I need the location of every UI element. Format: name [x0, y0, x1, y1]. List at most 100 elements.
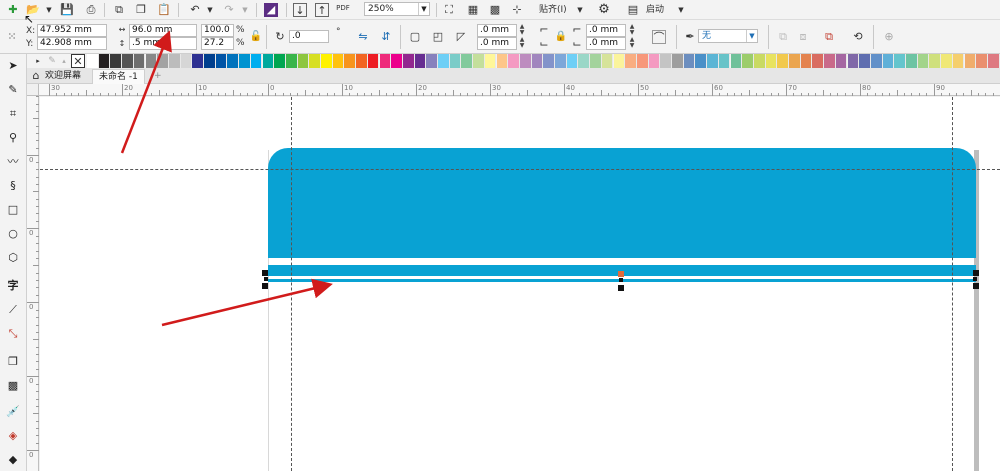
publish-pdf-icon[interactable]: PDF [336, 1, 350, 15]
zoom-tool-icon[interactable]: ⚲ [5, 130, 21, 146]
parallel-dimension-icon[interactable]: ⟋ [5, 302, 21, 318]
selection-handle[interactable] [973, 270, 979, 276]
palette-swatch[interactable] [285, 54, 298, 68]
palette-swatch[interactable] [625, 54, 637, 68]
rectangle-tool-icon[interactable]: □ [5, 202, 21, 218]
wrap-text-icon[interactable]: ⟲ [851, 30, 865, 44]
palette-swatch[interactable] [215, 54, 228, 68]
copy-icon[interactable]: ❐ [134, 3, 148, 17]
palette-swatch[interactable] [496, 54, 509, 68]
to-back-icon[interactable]: ⧈ [796, 30, 810, 44]
redo-dropdown-icon[interactable]: ▼ [238, 3, 252, 17]
palette-swatch[interactable] [379, 54, 392, 68]
palette-swatch[interactable] [473, 54, 485, 68]
palette-swatch[interactable] [765, 54, 778, 68]
connector-tool-icon[interactable]: ⤡ [5, 326, 21, 342]
palette-swatch[interactable] [718, 54, 731, 68]
palette-swatch[interactable] [262, 54, 275, 68]
palette-swatch[interactable] [976, 54, 988, 68]
smart-fill-icon[interactable]: ◆ [5, 452, 21, 468]
palette-swatch[interactable] [543, 54, 555, 68]
palette-swatch[interactable] [566, 54, 579, 68]
palette-swatch[interactable] [987, 54, 1000, 68]
full-screen-icon[interactable]: ⛶ [442, 3, 456, 17]
palette-swatch[interactable] [414, 54, 427, 68]
center-marker[interactable] [619, 278, 623, 282]
horizontal-guideline[interactable] [40, 169, 1000, 170]
palette-swatch[interactable] [449, 54, 462, 68]
palette-swatch[interactable] [824, 54, 836, 68]
lock-ratio-icon[interactable]: 🔓 [249, 30, 263, 44]
palette-swatch[interactable] [648, 54, 661, 68]
palette-swatch[interactable] [332, 54, 345, 68]
palette-swatch[interactable] [917, 54, 930, 68]
palette-swatch[interactable] [438, 54, 450, 68]
palette-swatch[interactable] [683, 54, 696, 68]
corner-radius-top-left-input[interactable]: .0 mm [477, 24, 517, 37]
palette-swatch[interactable] [929, 54, 942, 68]
palette-swatch[interactable] [192, 54, 204, 68]
tab-document[interactable]: 未命名 -1 [92, 69, 145, 84]
scale-x-input[interactable]: 100.0 [201, 24, 234, 37]
snap-dropdown-icon[interactable]: ▼ [573, 3, 587, 17]
selection-handle[interactable] [618, 271, 624, 277]
selection-handle[interactable] [264, 277, 268, 281]
palette-swatch[interactable] [789, 54, 801, 68]
open-dropdown-icon[interactable]: ▼ [42, 3, 56, 17]
new-document-icon[interactable]: ✚ [6, 3, 20, 17]
mirror-vertical-icon[interactable]: ⇵ [379, 30, 393, 44]
palette-swatch[interactable] [555, 54, 567, 68]
eyedropper-icon[interactable]: 💉 [5, 404, 21, 420]
palette-swatch[interactable] [672, 54, 684, 68]
polygon-tool-icon[interactable]: ⬡ [5, 250, 21, 266]
redo-icon[interactable]: ↷ [222, 3, 236, 17]
convert-to-curves-icon[interactable]: ⧉ [822, 30, 836, 44]
palette-swatch[interactable] [812, 54, 825, 68]
palette-swatch[interactable] [145, 54, 158, 68]
corner-radius-bottom-left-input[interactable]: .0 mm [477, 37, 517, 50]
palette-swatch[interactable] [941, 54, 953, 68]
palette-swatch[interactable] [356, 54, 368, 68]
palette-up-icon[interactable]: ▴ [57, 54, 71, 68]
palette-swatch[interactable] [578, 54, 591, 68]
width-input[interactable]: 96.0 mm [129, 24, 197, 37]
palette-swatch[interactable] [800, 54, 813, 68]
object-origin-icon[interactable]: ⁙ [5, 30, 19, 44]
palette-swatch[interactable] [367, 54, 380, 68]
selection-handle[interactable] [262, 270, 268, 276]
palette-swatch[interactable] [508, 54, 520, 68]
corner-radius-bottom-right-input[interactable]: .0 mm [586, 37, 626, 50]
palette-swatch[interactable] [297, 54, 310, 68]
palette-swatch[interactable] [753, 54, 766, 68]
snap-to-menu[interactable]: 贴齐(I) [539, 4, 567, 16]
palette-swatch[interactable] [98, 54, 111, 68]
ruler-origin[interactable] [27, 84, 39, 96]
show-rulers-icon[interactable]: ▦ [466, 3, 480, 17]
palette-swatch[interactable] [964, 54, 977, 68]
search-content-icon[interactable]: ◢ [264, 3, 278, 17]
palette-swatch[interactable] [519, 54, 532, 68]
no-fill-swatch[interactable]: ✕ [71, 54, 85, 68]
palette-swatch[interactable] [157, 54, 169, 68]
palette-swatch[interactable] [122, 54, 134, 68]
palette-swatch[interactable] [250, 54, 263, 68]
scallop-corner-icon[interactable]: ◰ [431, 30, 445, 44]
palette-swatch[interactable] [707, 54, 719, 68]
palette-swatch[interactable] [613, 54, 626, 68]
palette-swatch[interactable] [168, 54, 181, 68]
palette-swatch[interactable] [110, 54, 123, 68]
palette-swatch[interactable] [777, 54, 789, 68]
palette-swatch[interactable] [531, 54, 544, 68]
undo-icon[interactable]: ↶ [188, 3, 202, 17]
pick-tool-icon[interactable]: ➤ [5, 58, 21, 74]
launch-dropdown-icon[interactable]: ▼ [674, 3, 688, 17]
freehand-tool-icon[interactable]: 〰 [5, 154, 21, 170]
palette-swatch[interactable] [87, 54, 99, 68]
palette-swatch[interactable] [227, 54, 240, 68]
palette-swatch[interactable] [274, 54, 286, 68]
text-tool-icon[interactable]: 字 [5, 278, 21, 294]
to-front-icon[interactable]: ⧉ [776, 30, 790, 44]
round-corner-icon[interactable]: ▢ [408, 30, 422, 44]
show-grid-icon[interactable]: ▩ [488, 3, 502, 17]
height-input[interactable]: .5 mm [129, 37, 197, 50]
